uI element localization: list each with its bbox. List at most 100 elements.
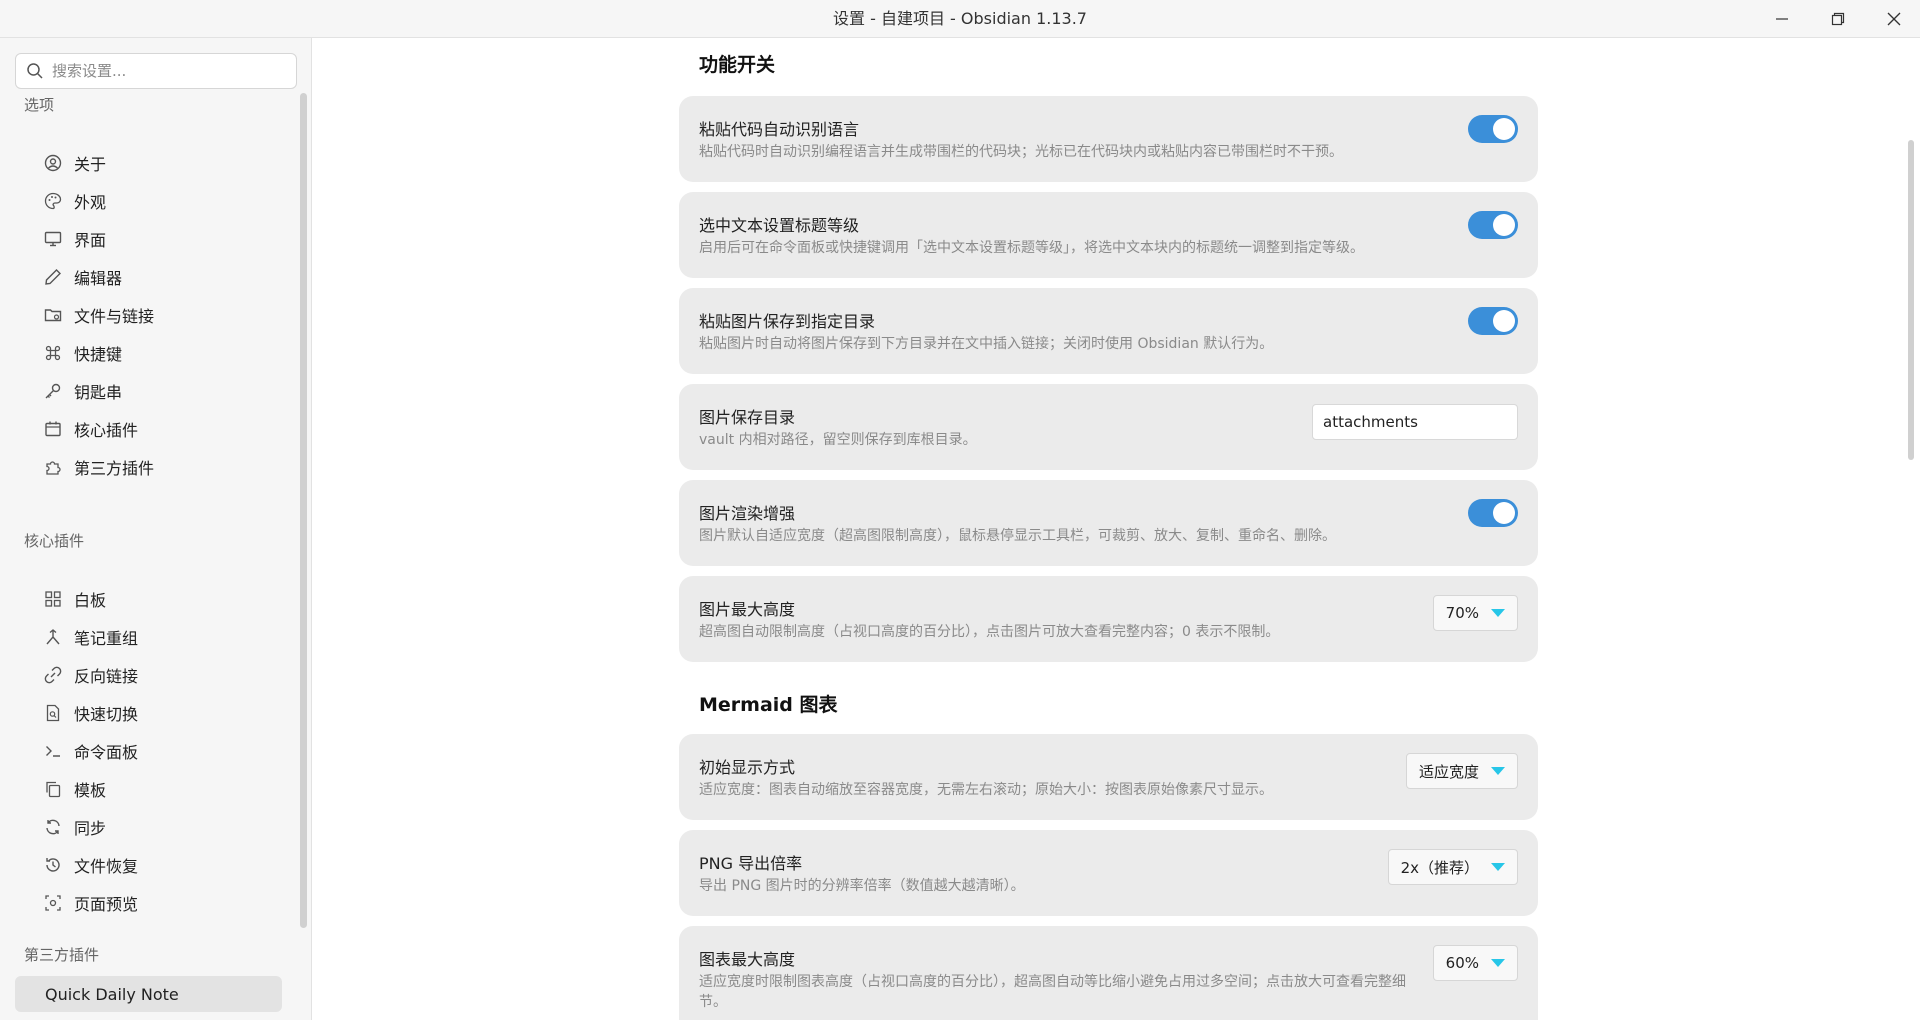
setting-initial-display-mode: 初始显示方式 适应宽度：图表自动缩放至容器宽度，无需左右滚动；原始大小：按图表原…: [679, 734, 1538, 820]
setting-image-max-height: 图片最大高度 超高图自动限制高度（占视口高度的百分比），点击图片可放大查看完整内…: [679, 576, 1538, 662]
settings-sidebar: 选项 关于 外观 界面 编辑器 文件与链接 快捷键 钥匙串 核心插件 第三方插件…: [0, 38, 312, 1020]
sidebar-item-file-recovery[interactable]: 文件恢复: [44, 850, 294, 880]
sidebar-item-label: 快捷键: [74, 345, 123, 364]
paste-code-detect-toggle[interactable]: [1468, 115, 1518, 143]
setting-name: 图片渲染增强: [699, 504, 796, 523]
chevron-down-icon: [1491, 767, 1505, 775]
scan-eye-icon: [44, 894, 62, 912]
settings-content: 功能开关 粘贴代码自动识别语言 粘贴代码时自动识别编程语言并生成带围栏的代码块；…: [313, 38, 1920, 1020]
palette-icon: [44, 192, 62, 210]
sidebar-item-note-composer[interactable]: 笔记重组: [44, 622, 294, 652]
restore-button[interactable]: [1810, 0, 1866, 38]
dropdown-value: 60%: [1445, 954, 1479, 972]
sidebar-item-label: 快速切换: [74, 705, 139, 724]
content-scrollbar[interactable]: [1908, 140, 1914, 460]
heading-level-toggle[interactable]: [1468, 211, 1518, 239]
sidebar-item-core-plugins[interactable]: 核心插件: [44, 414, 294, 444]
layout-grid-icon: [44, 590, 62, 608]
sidebar-item-sync[interactable]: 同步: [44, 812, 294, 842]
sidebar-item-label: 编辑器: [74, 269, 123, 288]
sidebar-item-label: 核心插件: [74, 421, 139, 440]
setting-description: 适应宽度：图表自动缩放至容器宽度，无需左右滚动；原始大小：按图表原始像素尺寸显示…: [699, 782, 1273, 798]
setting-description: 超高图自动限制高度（占视口高度的百分比），点击图片可放大查看完整内容；0 表示不…: [699, 624, 1280, 640]
sidebar-item-appearance[interactable]: 外观: [44, 186, 294, 216]
sidebar-item-files-links[interactable]: 文件与链接: [44, 300, 294, 330]
search-input[interactable]: [52, 62, 282, 80]
sidebar-item-interface[interactable]: 界面: [44, 224, 294, 254]
sidebar-item-label: 文件与链接: [74, 307, 155, 326]
sidebar-item-label: 钥匙串: [74, 383, 123, 402]
sidebar-item-keychain[interactable]: 钥匙串: [44, 376, 294, 406]
merge-icon: [44, 628, 62, 646]
sidebar-item-label: 第三方插件: [74, 459, 155, 478]
chevron-down-icon: [1491, 609, 1505, 617]
setting-description: 启用后可在命令面板或快捷键调用「选中文本设置标题等级」，将选中文本块内的标题统一…: [699, 240, 1364, 256]
sidebar-item-label: 白板: [74, 591, 107, 610]
setting-paste-code-detect: 粘贴代码自动识别语言 粘贴代码时自动识别编程语言并生成带围栏的代码块；光标已在代…: [679, 96, 1538, 182]
setting-chart-max-height: 图表最大高度 适应宽度时限制图表高度（占视口高度的百分比），超高图自动等比缩小避…: [679, 926, 1538, 1020]
setting-description: 粘贴代码时自动识别编程语言并生成带围栏的代码块；光标已在代码块内或粘贴内容已带围…: [699, 144, 1343, 160]
copy-icon: [44, 780, 62, 798]
section-title-feature-toggles: 功能开关: [699, 54, 776, 76]
sidebar-item-community-plugins[interactable]: 第三方插件: [44, 452, 294, 482]
sidebar-item-command-palette[interactable]: 命令面板: [44, 736, 294, 766]
section-title-mermaid: Mermaid 图表: [699, 694, 838, 716]
setting-image-save-dir: 图片保存目录 vault 内相对路径，留空则保存到库根目录。: [679, 384, 1538, 470]
pencil-icon: [44, 268, 62, 286]
setting-heading-level: 选中文本设置标题等级 启用后可在命令面板或快捷键调用「选中文本设置标题等级」，将…: [679, 192, 1538, 278]
terminal-icon: [44, 742, 62, 760]
setting-description: vault 内相对路径，留空则保存到库根目录。: [699, 432, 977, 448]
setting-png-export-scale: PNG 导出倍率 导出 PNG 图片时的分辨率倍率（数值越大越清晰）。 2x（推…: [679, 830, 1538, 916]
paste-image-save-toggle[interactable]: [1468, 307, 1518, 335]
setting-image-render-enhance: 图片渲染增强 图片默认自适应宽度（超高图限制高度），鼠标悬停显示工具栏，可裁剪、…: [679, 480, 1538, 566]
image-max-height-dropdown[interactable]: 70%: [1432, 595, 1518, 631]
dropdown-value: 70%: [1445, 604, 1479, 622]
sidebar-item-templates[interactable]: 模板: [44, 774, 294, 804]
minimize-button[interactable]: [1754, 0, 1810, 38]
setting-description: 适应宽度时限制图表高度（占视口高度的百分比），超高图自动等比缩小避免占用过多空间…: [699, 974, 1406, 1010]
sidebar-item-label: 页面预览: [74, 895, 139, 914]
sidebar-item-label: 反向链接: [74, 667, 139, 686]
setting-name: 图片最大高度: [699, 600, 796, 619]
dropdown-value: 适应宽度: [1418, 762, 1479, 781]
history-icon: [44, 856, 62, 874]
png-export-scale-dropdown[interactable]: 2x（推荐）: [1387, 849, 1518, 885]
sidebar-item-canvas[interactable]: 白板: [44, 584, 294, 614]
sidebar-item-label: 界面: [74, 231, 107, 250]
setting-description: 导出 PNG 图片时的分辨率倍率（数值越大越清晰）。: [699, 878, 1025, 894]
search-box[interactable]: [15, 53, 297, 89]
setting-description: 图片默认自适应宽度（超高图限制高度），鼠标悬停显示工具栏，可裁剪、放大、复制、重…: [699, 528, 1336, 544]
sidebar-scrollbar[interactable]: [300, 93, 307, 928]
setting-name: 初始显示方式: [699, 758, 796, 777]
setting-name: PNG 导出倍率: [699, 854, 803, 873]
close-button[interactable]: [1866, 0, 1920, 38]
key-icon: [44, 382, 62, 400]
window-title: 设置 - 自建项目 - Obsidian 1.13.7: [833, 9, 1087, 28]
sidebar-item-quick-switcher[interactable]: 快速切换: [44, 698, 294, 728]
sidebar-item-editor[interactable]: 编辑器: [44, 262, 294, 292]
sidebar-item-hotkeys[interactable]: 快捷键: [44, 338, 294, 368]
sidebar-item-about[interactable]: 关于: [44, 148, 294, 178]
sidebar-item-label: 外观: [74, 193, 107, 212]
sidebar-item-backlinks[interactable]: 反向链接: [44, 660, 294, 690]
image-save-dir-input[interactable]: [1312, 404, 1518, 440]
sidebar-item-label: 关于: [74, 155, 107, 174]
sidebar-item-quick-daily-note[interactable]: Quick Daily Note: [15, 976, 282, 1012]
setting-name: 图片保存目录: [699, 408, 796, 427]
setting-name: 粘贴代码自动识别语言: [699, 120, 860, 139]
group-title-options: 选项: [24, 96, 55, 114]
initial-display-mode-dropdown[interactable]: 适应宽度: [1405, 753, 1518, 789]
refresh-icon: [44, 818, 62, 836]
sidebar-item-page-preview[interactable]: 页面预览: [44, 888, 294, 918]
image-render-enhance-toggle[interactable]: [1468, 499, 1518, 527]
setting-paste-image-save: 粘贴图片保存到指定目录 粘贴图片时自动将图片保存到下方目录并在文中插入链接；关闭…: [679, 288, 1538, 374]
command-icon: [44, 344, 62, 362]
folder-cog-icon: [44, 306, 62, 324]
close-icon: [1887, 12, 1901, 26]
puzzle-icon: [44, 458, 62, 476]
sidebar-item-label: 同步: [74, 819, 107, 838]
minimize-icon: [1776, 18, 1788, 20]
chart-max-height-dropdown[interactable]: 60%: [1432, 945, 1518, 981]
setting-name: 选中文本设置标题等级: [699, 216, 860, 235]
sidebar-item-label: 模板: [74, 781, 107, 800]
